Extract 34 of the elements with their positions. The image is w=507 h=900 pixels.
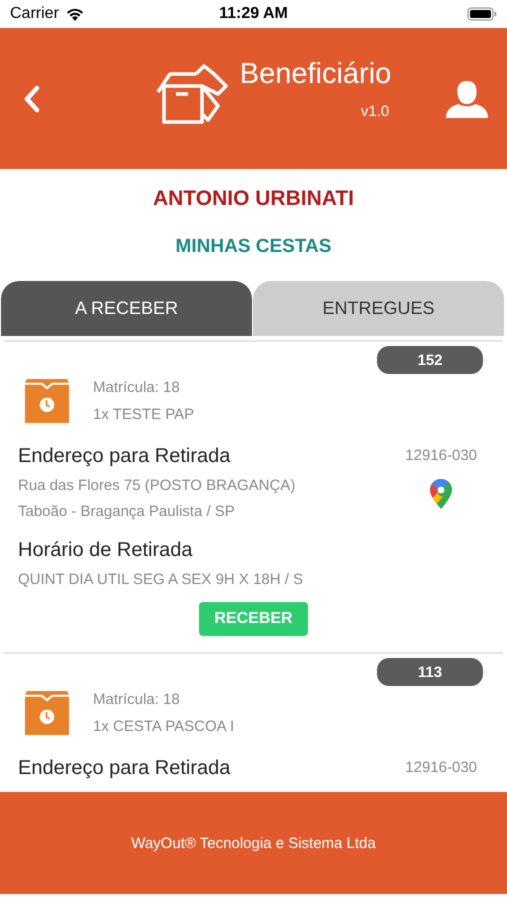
map-pin-button[interactable] [429, 478, 454, 510]
battery-icon [467, 7, 497, 21]
matricula-label: Matrícula: 18 [93, 379, 181, 396]
matricula-label: Matrícula: 18 [93, 691, 181, 708]
chevron-left-icon [22, 84, 42, 114]
clock-box-icon [24, 689, 70, 737]
address-line: Rua das Flores 75 (POSTO BRAGANÇA) [18, 477, 296, 494]
schedule-heading: Horário de Retirada [18, 539, 194, 562]
address-line: Taboão - Bragança Paulista / SP [18, 503, 236, 520]
back-button[interactable] [22, 84, 42, 114]
person-icon [445, 78, 489, 118]
tab[interactable]: ENTREGUES [253, 281, 504, 336]
section-title: MINHAS CESTAS [174, 236, 332, 258]
item-label: 1x CESTA PASCOA I [93, 718, 234, 735]
version-label: v1.0 [360, 102, 390, 120]
id-badge: 152 [377, 346, 483, 374]
clock-box-icon [24, 377, 70, 425]
clock-time: 11:29 AM [219, 5, 288, 23]
tab[interactable]: A RECEBER [1, 281, 252, 336]
address-heading: Endereço para Retirada [18, 757, 230, 780]
profile-button[interactable] [445, 78, 489, 118]
id-badge: 113 [377, 658, 483, 686]
schedule-text: QUINT DIA UTIL SEG A SEX 9H X 18H / S [18, 571, 304, 588]
app-title: Beneficiário [240, 58, 392, 90]
wifi-icon [64, 6, 85, 22]
item-label: 1x TESTE PAP [93, 406, 194, 423]
carrier-label: Carrier [10, 5, 59, 23]
address-heading: Endereço para Retirada [18, 445, 232, 468]
user-name: ANTONIO URBINATI [152, 187, 356, 211]
footer-text: WayOut® Tecnologia e Sistema Ltda [131, 834, 376, 852]
open-box-icon [156, 64, 228, 126]
map-pin-icon [429, 478, 454, 510]
postal-code: 12916-030 [405, 759, 477, 776]
postal-code: 12916-030 [405, 447, 477, 464]
